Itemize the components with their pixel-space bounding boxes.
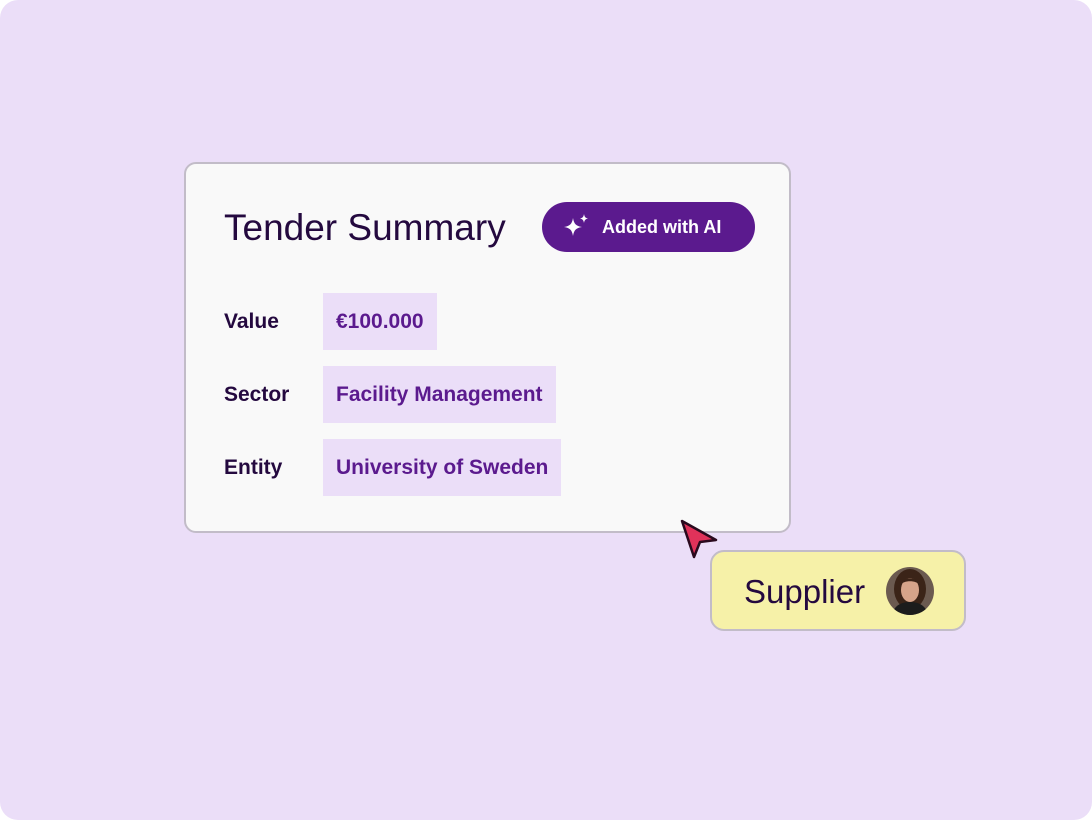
field-value-entity: University of Sweden (323, 439, 562, 496)
field-value-value: €100.000 (323, 293, 437, 350)
supplier-label: Supplier (744, 573, 866, 610)
field-label-value: Value (224, 310, 279, 333)
tender-summary-card: Tender Summary Added with AI Value €100.… (184, 162, 791, 533)
card-title: Tender Summary (224, 207, 506, 248)
supplier-tag[interactable]: Supplier (710, 550, 966, 631)
field-value-sector: Facility Management (323, 366, 556, 423)
field-label-sector: Sector (224, 383, 290, 406)
sparkles-icon (564, 214, 588, 236)
added-with-ai-badge[interactable]: Added with AI (542, 202, 755, 252)
field-label-entity: Entity (224, 456, 283, 479)
ai-badge-label: Added with AI (602, 216, 722, 237)
user-avatar (886, 567, 934, 615)
canvas: Tender Summary Added with AI Value €100.… (0, 0, 1092, 820)
